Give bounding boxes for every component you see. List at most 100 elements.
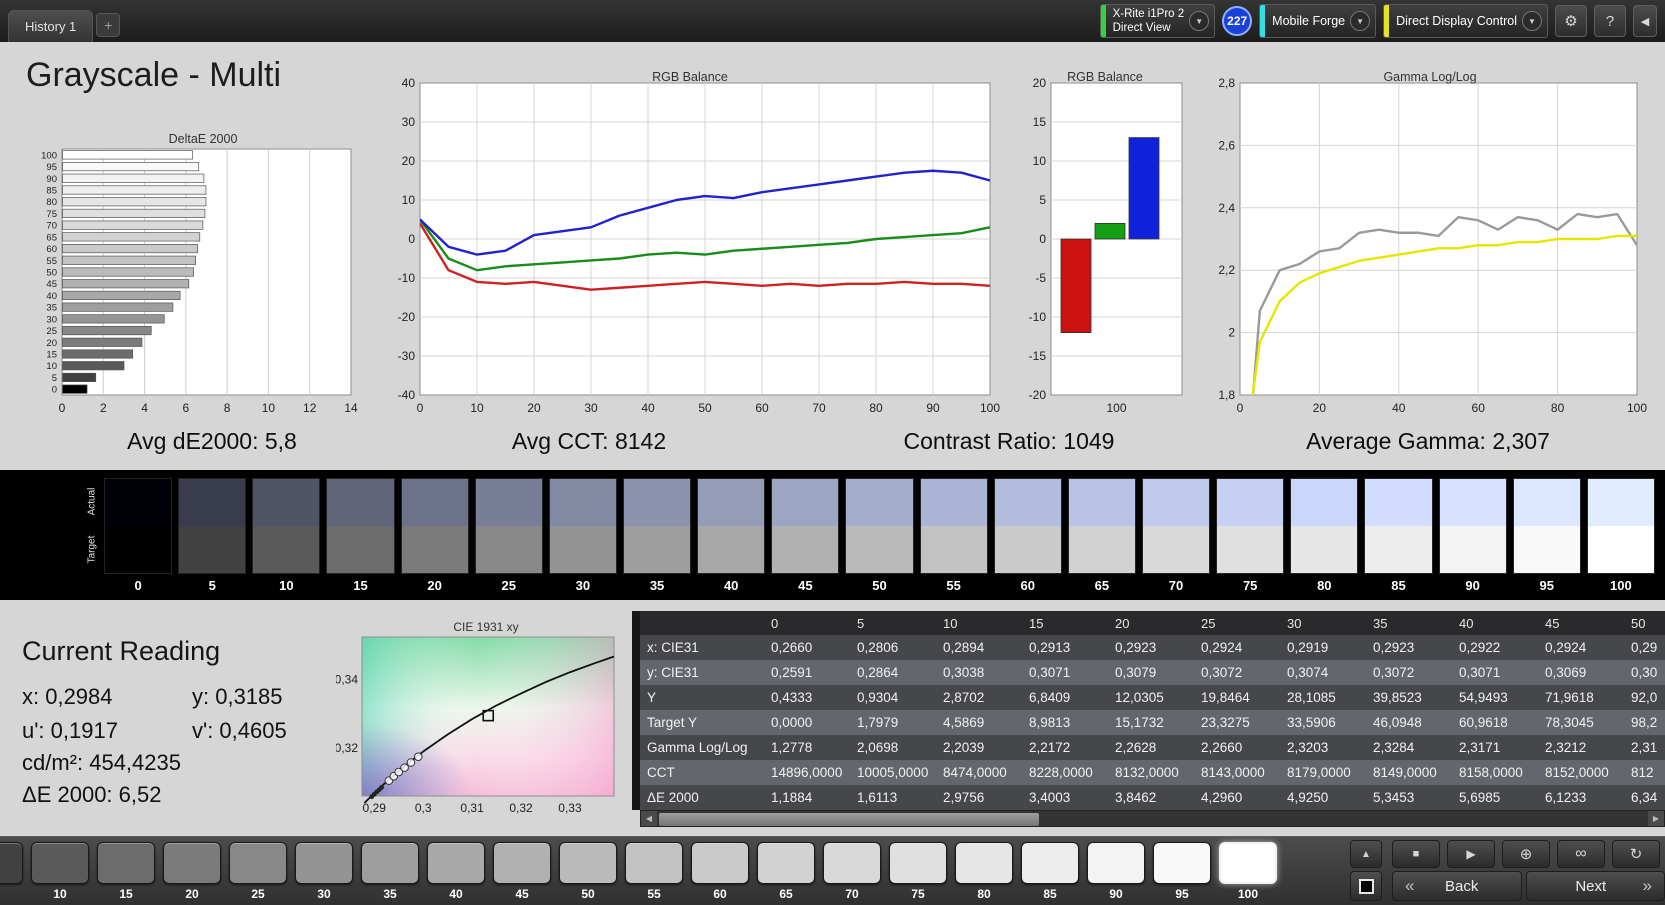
toolbar-swatch-90[interactable] [1087, 842, 1145, 884]
table-row[interactable]: CCT 14896,0000 10005,0000 8474,0000 8228,000… [640, 760, 1665, 785]
scroll-right-icon[interactable]: ▶ [1648, 811, 1664, 826]
toolbar-swatch-70[interactable] [823, 842, 881, 884]
table-left-edge [632, 611, 640, 810]
column-header[interactable]: 45 [1538, 616, 1624, 631]
table-row[interactable]: x: CIE31 0,2660 0,2806 0,2894 0,2913 0,2923 0,… [640, 635, 1665, 660]
scroll-left-icon[interactable]: ◀ [641, 811, 657, 826]
toolbar-swatch-40[interactable] [427, 842, 485, 884]
grayscale-swatch-80: 80 [1290, 478, 1359, 598]
column-header[interactable]: 10 [936, 616, 1022, 631]
table-cell: 2,3203 [1287, 740, 1329, 755]
toolbar-swatch-10[interactable] [31, 842, 89, 884]
column-header[interactable]: 15 [1022, 616, 1108, 631]
bottom-toolbar: 5 10 15 20 25 30 35 40 45 50 55 60 65 70 75 80 85 90 95 100… [0, 836, 1665, 905]
add-tab-button[interactable]: + [96, 13, 121, 37]
svg-text:70: 70 [812, 401, 826, 415]
toolbar-swatch-60[interactable] [691, 842, 749, 884]
workflow-selector[interactable]: Mobile Forge ▼ [1259, 4, 1377, 38]
history-tab[interactable]: History 1 [8, 10, 94, 42]
toolbar-swatch-50[interactable] [559, 842, 617, 884]
toolbar-swatch-85[interactable] [1021, 842, 1079, 884]
table-cell: 0,2913 [1029, 640, 1071, 655]
infinity-icon: ∞ [1575, 845, 1587, 862]
back-button[interactable]: « Back [1392, 871, 1522, 901]
toolbar-swatch-5[interactable] [0, 842, 23, 884]
grayscale-swatch-75: 75 [1216, 478, 1285, 598]
scrollbar-thumb[interactable] [659, 813, 1039, 826]
measure-button[interactable]: ⊕ [1502, 840, 1550, 868]
display-selector[interactable]: Direct Display Control ▼ [1383, 4, 1548, 38]
swatch-target [1217, 526, 1284, 573]
toolbar-swatch-20[interactable] [163, 842, 221, 884]
svg-text:0,29: 0,29 [363, 801, 387, 815]
scroll-up-button[interactable]: ▲ [1350, 840, 1382, 868]
table-cell: 3,4003 [1029, 790, 1071, 805]
table-cell: 0,3071 [1459, 665, 1501, 680]
chevron-down-icon[interactable]: ▼ [1522, 11, 1542, 31]
swatch-target [401, 526, 468, 573]
table-row[interactable]: ΔE 2000 1,1884 1,6113 2,9756 3,4003 3,8462 4,2… [640, 785, 1665, 810]
continuous-button[interactable]: ∞ [1557, 840, 1605, 868]
svg-text:5: 5 [1039, 193, 1046, 207]
table-cell: 12,0305 [1115, 690, 1164, 705]
table-cell: 4,5869 [943, 715, 985, 730]
column-header[interactable]: 40 [1452, 616, 1538, 631]
toolbar-swatch-75[interactable] [889, 842, 947, 884]
column-header[interactable]: 50 [1624, 616, 1665, 631]
table-cell: 2,3284 [1373, 740, 1415, 755]
toolbar-swatch-95[interactable] [1153, 842, 1211, 884]
svg-text:2: 2 [1228, 326, 1235, 340]
next-chevron-icon: » [1642, 876, 1652, 895]
swatch-target [1365, 526, 1432, 573]
table-row[interactable]: Target Y 0,0000 1,7979 4,5869 8,9813 15,1732 2… [640, 710, 1665, 735]
grayscale-swatch-70: 70 [1141, 478, 1211, 598]
toolbar-swatch-55[interactable] [625, 842, 683, 884]
meter-selector[interactable]: X-Rite i1Pro 2 Direct View ▼ [1099, 4, 1216, 38]
swatch-actual [401, 479, 468, 526]
stop-button[interactable]: ■ [1392, 840, 1440, 868]
toolbar-swatch-65[interactable] [757, 842, 815, 884]
column-header[interactable]: 20 [1108, 616, 1194, 631]
toolbar-swatch-35[interactable] [361, 842, 419, 884]
toolbar-swatch-label: 30 [317, 887, 331, 901]
help-button[interactable]: ? [1594, 5, 1626, 37]
toolbar-swatch-15[interactable] [97, 842, 155, 884]
pattern-window-button[interactable] [1350, 871, 1382, 901]
column-header[interactable]: 0 [764, 616, 850, 631]
svg-text:10: 10 [262, 401, 276, 415]
swatch-target [1439, 526, 1506, 573]
table-row[interactable]: Y 0,4333 0,9304 2,8702 6,8409 12,0305 19,8464 2… [640, 685, 1665, 710]
svg-text:15: 15 [46, 350, 57, 361]
svg-text:10: 10 [402, 193, 416, 207]
toolbar-swatch-100[interactable] [1219, 842, 1277, 884]
reading-count-badge[interactable]: 227 [1222, 6, 1253, 36]
row-label: y: CIE31 [647, 665, 699, 680]
chevron-down-icon[interactable]: ▼ [1189, 11, 1210, 31]
toolbar-swatch-label: 60 [713, 887, 727, 901]
toolbar-swatch-45[interactable] [493, 842, 551, 884]
next-button[interactable]: Next » [1526, 871, 1665, 901]
swatch-level-label: 80 [1317, 578, 1332, 593]
toolbar-swatch-25[interactable] [229, 842, 287, 884]
settings-button[interactable]: ⚙ [1555, 5, 1587, 37]
table-scrollbar[interactable]: ◀ ▶ [640, 810, 1665, 827]
column-header[interactable]: 35 [1366, 616, 1452, 631]
swatch-target [179, 526, 246, 573]
table-row[interactable]: y: CIE31 0,2591 0,2864 0,3038 0,3071 0,3079 0,… [640, 660, 1665, 685]
plus-icon: + [104, 17, 113, 33]
table-cell: 0,2924 [1201, 640, 1243, 655]
column-header[interactable]: 5 [850, 616, 936, 631]
table-row[interactable]: Gamma Log/Log 1,2778 2,0698 2,2039 2,2172 2,2… [640, 735, 1665, 760]
collapse-button[interactable]: ◀ [1633, 5, 1657, 37]
column-header[interactable]: 30 [1280, 616, 1366, 631]
toolbar-swatch-80[interactable] [955, 842, 1013, 884]
play-button[interactable]: ▶ [1447, 840, 1495, 868]
swatch-level-label: 60 [1020, 578, 1035, 593]
svg-text:65: 65 [46, 232, 57, 243]
toolbar-swatch-30[interactable] [295, 842, 353, 884]
topbar: History 1 + X-Rite i1Pro 2 Direct View ▼… [0, 0, 1665, 42]
grayscale-strip: Actual Target 0 5 10 15 20 25 30 35 40 45 50 55 60 65… [0, 470, 1665, 600]
column-header[interactable]: 25 [1194, 616, 1280, 631]
refresh-button[interactable]: ↻ [1612, 840, 1660, 868]
chevron-down-icon[interactable]: ▼ [1350, 11, 1371, 31]
